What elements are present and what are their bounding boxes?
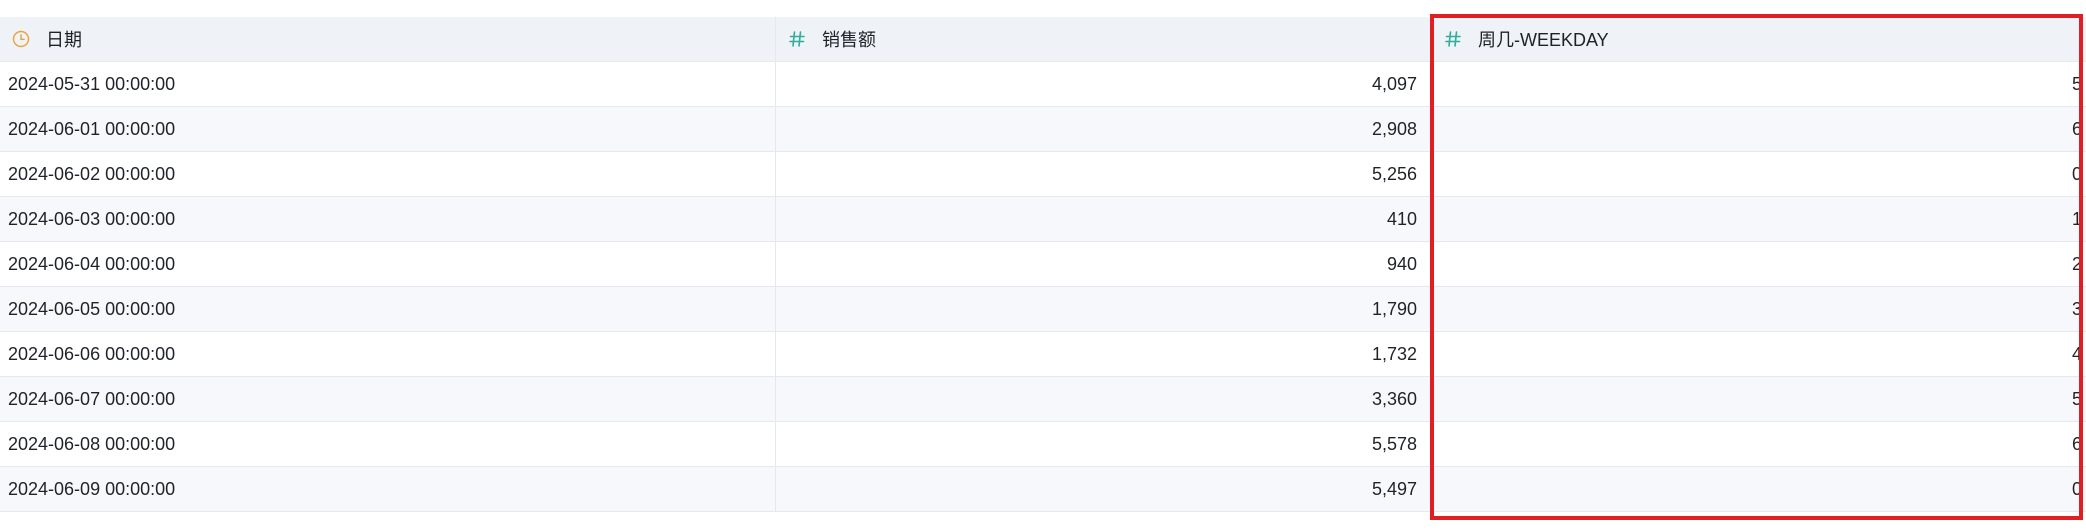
hash-icon [786,28,808,50]
date-cell[interactable]: 2024-06-05 00:00:00 [0,287,776,331]
column-header-label: 销售额 [822,30,876,50]
table-row[interactable]: 2024-06-09 00:00:00 5,497 0 [0,467,2086,512]
date-cell[interactable]: 2024-06-08 00:00:00 [0,422,776,466]
sales-cell[interactable]: 5,497 [776,467,1432,511]
column-header-label: 日期 [46,30,82,50]
weekday-cell[interactable]: 4 [1432,332,2086,376]
sales-cell[interactable]: 1,732 [776,332,1432,376]
weekday-cell[interactable]: 3 [1432,287,2086,331]
date-cell[interactable]: 2024-06-02 00:00:00 [0,152,776,196]
date-cell[interactable]: 2024-06-07 00:00:00 [0,377,776,421]
column-header-weekday[interactable]: 周几-WEEKDAY [1432,17,2086,61]
date-cell[interactable]: 2024-06-03 00:00:00 [0,197,776,241]
sales-cell[interactable]: 5,578 [776,422,1432,466]
date-cell[interactable]: 2024-06-06 00:00:00 [0,332,776,376]
table-row[interactable]: 2024-06-02 00:00:00 5,256 0 [0,152,2086,197]
column-header-label: 周几-WEEKDAY [1478,30,1609,50]
table-row[interactable]: 2024-06-04 00:00:00 940 2 [0,242,2086,287]
sales-cell[interactable]: 1,790 [776,287,1432,331]
table-row[interactable]: 2024-06-07 00:00:00 3,360 5 [0,377,2086,422]
sales-cell[interactable]: 4,097 [776,62,1432,106]
sales-cell[interactable]: 5,256 [776,152,1432,196]
hash-icon [1442,28,1464,50]
sales-cell[interactable]: 3,360 [776,377,1432,421]
date-cell[interactable]: 2024-06-09 00:00:00 [0,467,776,511]
date-cell[interactable]: 2024-06-01 00:00:00 [0,107,776,151]
table-row[interactable]: 2024-06-08 00:00:00 5,578 6 [0,422,2086,467]
date-cell[interactable]: 2024-05-31 00:00:00 [0,62,776,106]
column-header-sales[interactable]: 销售额 [776,17,1432,61]
weekday-cell[interactable]: 5 [1432,377,2086,421]
weekday-cell[interactable]: 0 [1432,152,2086,196]
weekday-cell[interactable]: 0 [1432,467,2086,511]
date-cell[interactable]: 2024-06-04 00:00:00 [0,242,776,286]
table-row[interactable]: 2024-06-03 00:00:00 410 1 [0,197,2086,242]
sales-cell[interactable]: 940 [776,242,1432,286]
table-row[interactable]: 2024-06-06 00:00:00 1,732 4 [0,332,2086,377]
table-row[interactable]: 2024-06-05 00:00:00 1,790 3 [0,287,2086,332]
weekday-cell[interactable]: 6 [1432,107,2086,151]
data-table: 日期 销售额 周几-WEEKDAY 2024-05-31 00:00:00 4,… [0,17,2086,517]
column-header-date[interactable]: 日期 [0,17,776,61]
weekday-cell[interactable]: 1 [1432,197,2086,241]
weekday-cell[interactable]: 2 [1432,242,2086,286]
clock-icon [10,28,32,50]
table-row[interactable]: 2024-05-31 00:00:00 4,097 5 [0,62,2086,107]
weekday-cell[interactable]: 6 [1432,422,2086,466]
table-header-row: 日期 销售额 周几-WEEKDAY [0,17,2086,62]
sales-cell[interactable]: 410 [776,197,1432,241]
sales-cell[interactable]: 2,908 [776,107,1432,151]
weekday-cell[interactable]: 5 [1432,62,2086,106]
table-row[interactable]: 2024-06-01 00:00:00 2,908 6 [0,107,2086,152]
